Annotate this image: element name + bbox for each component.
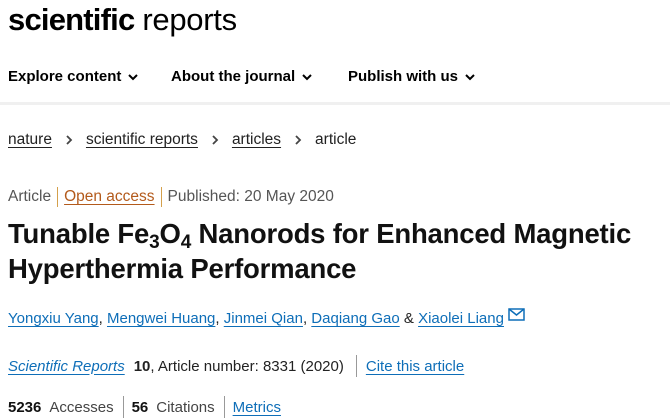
breadcrumb-scientific-reports[interactable]: scientific reports bbox=[86, 131, 198, 149]
author-link[interactable]: Yongxiu Yang bbox=[8, 310, 99, 327]
main-nav: Explore content About the journal Publis… bbox=[0, 54, 670, 105]
meta-divider bbox=[57, 187, 59, 207]
author-link[interactable]: Jinmei Qian bbox=[224, 310, 303, 327]
article-metrics: 5236 Accesses 56 Citations Metrics bbox=[8, 396, 281, 418]
mail-icon[interactable] bbox=[508, 308, 525, 321]
citations-label: Citations bbox=[156, 398, 215, 416]
chevron-right-icon bbox=[212, 135, 219, 145]
author-link[interactable]: Xiaolei Liang bbox=[418, 310, 504, 327]
article-title: Tunable Fe3O4 Nanorods for Enhanced Magn… bbox=[8, 218, 632, 284]
citations-count: 56 bbox=[131, 398, 149, 416]
chevron-down-icon bbox=[302, 73, 312, 80]
nav-explore-content[interactable]: Explore content bbox=[8, 68, 139, 85]
metrics-divider bbox=[223, 396, 225, 418]
open-access-link[interactable]: Open access bbox=[64, 188, 154, 206]
breadcrumb: nature scientific reports articles artic… bbox=[8, 131, 356, 149]
nav-about-journal-label: About the journal bbox=[171, 68, 296, 85]
nav-publish-with-us[interactable]: Publish with us bbox=[348, 68, 476, 85]
metrics-link[interactable]: Metrics bbox=[233, 399, 281, 416]
journal-link[interactable]: Scientific Reports bbox=[8, 358, 125, 375]
breadcrumb-articles[interactable]: articles bbox=[232, 131, 281, 149]
citation-divider bbox=[355, 355, 357, 377]
metrics-divider bbox=[122, 396, 124, 418]
article-type: Article bbox=[8, 188, 52, 205]
breadcrumb-nature[interactable]: nature bbox=[8, 131, 52, 149]
nav-publish-with-us-label: Publish with us bbox=[348, 68, 459, 85]
accesses-count: 5236 bbox=[8, 398, 42, 416]
site-logo[interactable]: scientific reports bbox=[8, 2, 237, 38]
logo-text-light: reports bbox=[142, 2, 237, 37]
article-number: , Article number: 8331 (2020) bbox=[150, 357, 344, 375]
author-list: Yongxiu Yang, Mengwei Huang, Jinmei Qian… bbox=[8, 308, 525, 327]
author-ampersand: & bbox=[403, 310, 414, 327]
author-link[interactable]: Mengwei Huang bbox=[107, 310, 215, 327]
published-date: Published: 20 May 2020 bbox=[167, 188, 334, 205]
article-meta: Article Open access Published: 20 May 20… bbox=[8, 187, 334, 207]
chevron-down-icon bbox=[465, 73, 475, 80]
citation-line: Scientific Reports 10 , Article number: … bbox=[8, 355, 464, 377]
chevron-right-icon bbox=[66, 135, 73, 145]
nav-explore-content-label: Explore content bbox=[8, 68, 122, 85]
logo-text-bold: scientific bbox=[8, 2, 135, 37]
nav-about-journal[interactable]: About the journal bbox=[171, 68, 313, 85]
meta-divider bbox=[160, 187, 162, 207]
breadcrumb-current: article bbox=[315, 131, 357, 148]
volume-number: 10 bbox=[133, 357, 151, 375]
author-link[interactable]: Daqiang Gao bbox=[311, 310, 399, 327]
cite-article-link[interactable]: Cite this article bbox=[366, 358, 464, 375]
chevron-down-icon bbox=[128, 73, 139, 80]
accesses-label: Accesses bbox=[49, 398, 114, 416]
chevron-right-icon bbox=[295, 135, 302, 145]
